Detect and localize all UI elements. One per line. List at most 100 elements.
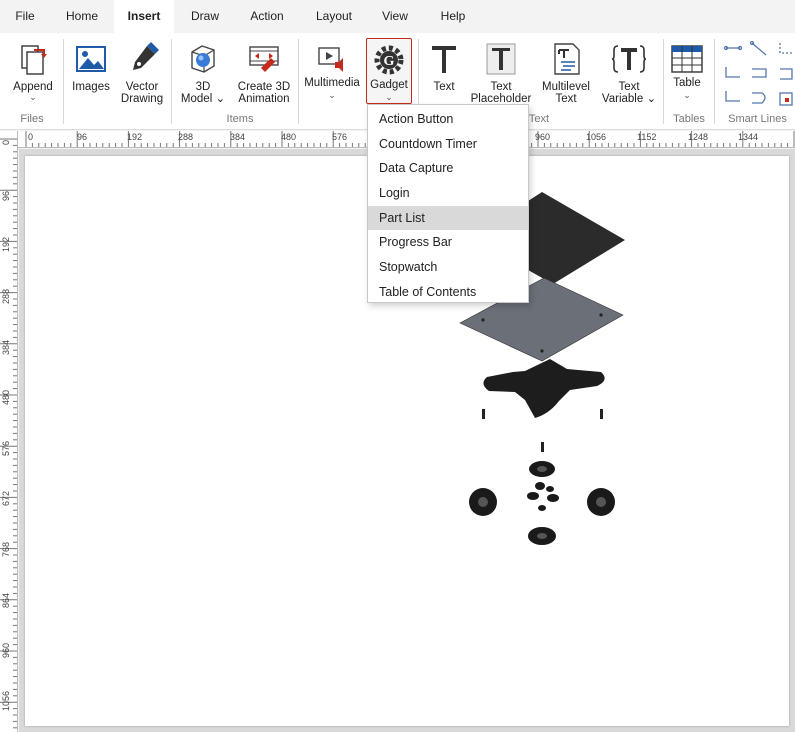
text-variable-icon xyxy=(612,45,646,73)
multilevel-text-label: Multilevel Text xyxy=(542,81,590,105)
ruler-top-label: 1344 xyxy=(738,132,759,142)
text-placeholder-label: Text Placeholder xyxy=(470,81,532,105)
tab-file[interactable]: File xyxy=(0,0,50,33)
curve-connector-icon xyxy=(752,92,766,104)
ribbon-separator xyxy=(298,39,299,124)
ruler-top-label: 480 xyxy=(281,132,297,142)
ruler-top-label: 1152 xyxy=(637,132,657,142)
text-button[interactable]: Text xyxy=(422,33,466,109)
smart-lines-gallery[interactable] xyxy=(722,41,795,111)
images-label: Images xyxy=(72,81,110,93)
ruler-top-label: 960 xyxy=(535,132,551,142)
menu-bar: File Home Insert Draw Action Layout View… xyxy=(0,0,795,33)
diagonal-connector-icon xyxy=(749,41,767,56)
tab-help[interactable]: Help xyxy=(428,0,478,33)
menu-item-stopwatch[interactable]: Stopwatch xyxy=(368,255,528,280)
cube-3d-icon xyxy=(191,45,215,73)
standoff-center xyxy=(541,442,544,452)
multilevel-text-button[interactable]: Multilevel Text xyxy=(536,33,596,109)
append-button[interactable]: Append ⌄ xyxy=(8,33,58,109)
dotted-connector-icon xyxy=(779,43,792,54)
multimedia-label: Multimedia xyxy=(304,77,360,89)
menu-item-table-of-contents[interactable]: Table of Contents xyxy=(368,280,528,305)
box-connector-icon xyxy=(780,68,793,80)
ruler-left-label: 672 xyxy=(1,491,11,507)
text-placeholder-button[interactable]: Text Placeholder xyxy=(470,33,532,109)
create-3d-animation-label: Create 3D Animation xyxy=(237,81,291,105)
svg-text:G: G xyxy=(384,54,395,69)
tab-view[interactable]: View xyxy=(370,0,420,33)
create-3d-animation-button[interactable]: Create 3D Animation xyxy=(234,33,294,109)
table-label: Table xyxy=(673,77,701,89)
ruler-top-label: 192 xyxy=(127,132,143,142)
menu-item-action-button[interactable]: Action Button xyxy=(368,107,528,132)
text-icon xyxy=(432,46,456,73)
base-bracket xyxy=(483,359,605,418)
ruler-top-label: 0 xyxy=(28,132,34,142)
gear-parts xyxy=(469,461,615,545)
ruler-top-label: 1056 xyxy=(586,132,607,142)
ruler-top-label: 384 xyxy=(230,132,246,142)
gadget-dropdown-menu: Action Button Countdown Timer Data Captu… xyxy=(367,104,529,303)
ruler-left-label: 864 xyxy=(1,593,11,609)
multimedia-button[interactable]: Multimedia ⌄ xyxy=(302,33,362,109)
tab-insert[interactable]: Insert xyxy=(114,0,174,33)
ruler-top-label: 96 xyxy=(77,132,88,142)
group-label-smart-lines: Smart Lines xyxy=(728,113,787,125)
film-animation-icon xyxy=(249,46,279,72)
ribbon-separator xyxy=(663,39,664,124)
ruler-top-label: 1248 xyxy=(688,132,709,142)
gadget-button[interactable]: G Gadget ⌄ xyxy=(366,38,412,104)
group-label-items: Items xyxy=(226,113,254,125)
ruler-left-ticks xyxy=(0,138,17,729)
step-connector-icon xyxy=(752,68,767,78)
ruler-top-label: 288 xyxy=(178,132,194,142)
elbow-connector-icon xyxy=(725,67,740,78)
standoff-right xyxy=(600,409,603,419)
ruler-left-label: 192 xyxy=(1,237,11,253)
ruler-left-label: 480 xyxy=(1,390,11,406)
straight-connector-icon xyxy=(723,45,743,51)
ruler-left-label: 576 xyxy=(1,441,11,457)
multimedia-icon xyxy=(318,47,343,72)
table-icon xyxy=(671,45,703,73)
3d-model-button[interactable]: 3D Model ⌄ xyxy=(177,33,229,109)
table-button[interactable]: Table ⌄ xyxy=(666,33,708,109)
tab-home[interactable]: Home xyxy=(52,0,112,33)
menu-item-data-capture[interactable]: Data Capture xyxy=(368,156,528,181)
vector-drawing-button[interactable]: Vector Drawing xyxy=(116,33,168,109)
chevron-down-icon: ⌄ xyxy=(385,92,393,102)
vector-drawing-label: Vector Drawing xyxy=(120,81,164,105)
ribbon-separator xyxy=(63,39,64,124)
tab-draw[interactable]: Draw xyxy=(178,0,232,33)
menu-item-part-list[interactable]: Part List xyxy=(368,205,528,231)
group-label-tables: Tables xyxy=(673,113,705,125)
append-icon xyxy=(21,45,47,75)
chevron-down-icon: ⌄ xyxy=(683,90,691,100)
chevron-down-icon: ⌄ xyxy=(328,90,336,100)
ruler-left-label: 768 xyxy=(1,542,11,558)
tab-layout[interactable]: Layout xyxy=(304,0,364,33)
standoff-left xyxy=(482,409,485,419)
ruler-left-label: 288 xyxy=(1,289,11,305)
pen-icon xyxy=(133,42,159,70)
ruler-left-label: 384 xyxy=(1,340,11,356)
chevron-down-icon: ⌄ xyxy=(29,92,37,102)
ruler-left-label: 96 xyxy=(1,191,11,202)
menu-item-login[interactable]: Login xyxy=(368,181,528,206)
text-placeholder-icon xyxy=(486,43,516,75)
ruler-left-label: 0 xyxy=(1,140,11,146)
image-icon xyxy=(76,46,106,72)
text-label: Text xyxy=(433,81,455,93)
tab-action[interactable]: Action xyxy=(240,0,294,33)
images-button[interactable]: Images xyxy=(68,33,114,109)
ribbon-separator xyxy=(171,39,172,124)
text-variable-button[interactable]: Text Variable ⌄ xyxy=(600,33,658,109)
menu-item-countdown-timer[interactable]: Countdown Timer xyxy=(368,132,528,157)
gadget-label: Gadget xyxy=(370,79,408,91)
ruler-left-label: 960 xyxy=(1,643,11,659)
ruler-top-label: 576 xyxy=(332,132,348,142)
text-variable-label: Text Variable ⌄ xyxy=(601,81,657,105)
menu-item-progress-bar[interactable]: Progress Bar xyxy=(368,230,528,255)
multilevel-text-icon xyxy=(554,43,580,75)
